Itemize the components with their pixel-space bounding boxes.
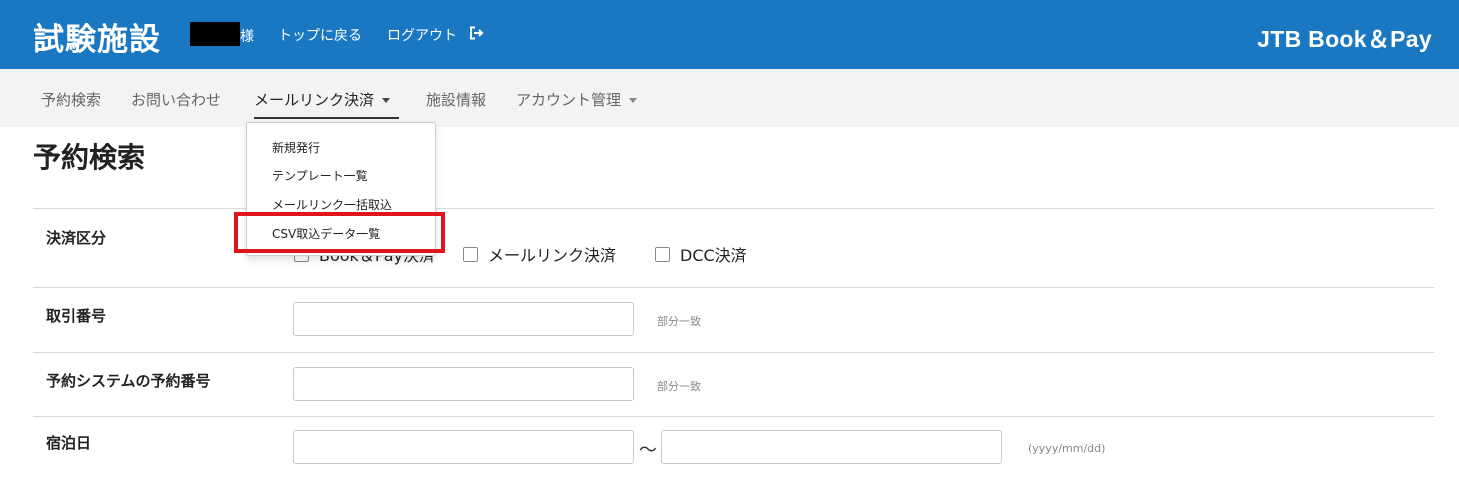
checkbox-box[interactable] xyxy=(463,246,478,262)
logout-link[interactable]: ログアウト xyxy=(387,25,457,45)
checkbox-box[interactable] xyxy=(655,246,670,262)
menu-item-bulk-import[interactable]: メールリンク一括取込 xyxy=(272,196,392,213)
chevron-down-icon xyxy=(629,98,638,103)
booking-no-label: 予約システムの予約番号 xyxy=(46,372,211,390)
match-hint: 部分一致 xyxy=(657,380,701,393)
nav-item-inquiry[interactable]: お問い合わせ xyxy=(131,89,221,110)
menu-item-new-issue[interactable]: 新規発行 xyxy=(272,139,320,156)
row-divider xyxy=(33,352,1434,353)
active-tab-underline xyxy=(254,117,399,119)
payment-type-label: 決済区分 xyxy=(46,229,107,247)
nav-item-account-management[interactable]: アカウント管理 xyxy=(516,89,638,110)
honorific-label: 様 xyxy=(240,29,254,45)
stay-date-from-input[interactable] xyxy=(293,430,634,464)
chevron-down-icon xyxy=(382,98,391,103)
booking-no-input[interactable] xyxy=(293,367,634,401)
highlight-annotation-box xyxy=(234,212,445,253)
nav-item-mail-link-payment[interactable]: メールリンク決済 xyxy=(254,89,391,110)
nav-item-label: アカウント管理 xyxy=(516,91,622,109)
checkbox-dcc[interactable]: DCC決済 xyxy=(655,242,747,266)
page-title: 予約検索 xyxy=(33,141,146,174)
row-divider xyxy=(33,416,1434,417)
logout-icon[interactable] xyxy=(468,25,484,41)
stay-date-label: 宿泊日 xyxy=(46,434,92,452)
match-hint: 部分一致 xyxy=(657,315,701,328)
nav-item-facility-info[interactable]: 施設情報 xyxy=(426,89,486,110)
back-to-top-link[interactable]: トップに戻る xyxy=(278,25,362,45)
app-header: 試験施設 様 トップに戻る ログアウト JTB Book＆Pay xyxy=(0,0,1459,69)
brand-logo: JTB Book＆Pay xyxy=(1257,26,1432,52)
checkbox-mail-link[interactable]: メールリンク決済 xyxy=(463,242,616,266)
transaction-no-input[interactable] xyxy=(293,302,634,336)
nav-item-reservation-search[interactable]: 予約検索 xyxy=(41,89,101,110)
stay-date-to-input[interactable] xyxy=(661,430,1002,464)
row-divider xyxy=(33,287,1434,288)
nav-item-label: メールリンク決済 xyxy=(254,91,375,109)
date-format-hint: (yyyy/mm/dd) xyxy=(1028,442,1106,455)
checkbox-label: DCC決済 xyxy=(680,246,747,265)
transaction-no-label: 取引番号 xyxy=(46,307,107,325)
date-range-separator: ～ xyxy=(639,440,657,461)
row-divider xyxy=(33,208,1434,209)
redacted-user-name xyxy=(190,22,240,46)
facility-name: 試験施設 xyxy=(33,22,161,58)
checkbox-label: メールリンク決済 xyxy=(488,246,617,265)
menu-item-template-list[interactable]: テンプレート一覧 xyxy=(272,167,368,184)
